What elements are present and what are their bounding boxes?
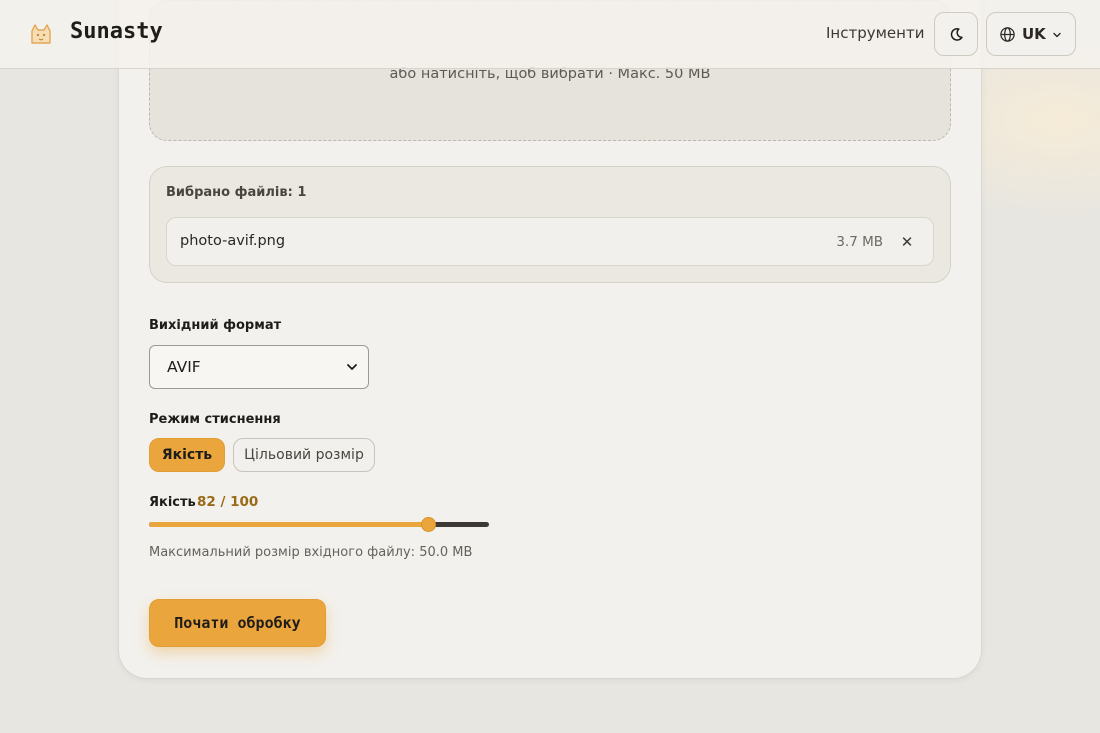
compression-mode-label: Режим стиснення bbox=[149, 412, 281, 427]
file-item: photo-avif.png 3.7 MB ✕ bbox=[166, 217, 934, 266]
output-format-label: Вихідний формат bbox=[149, 318, 282, 333]
file-size: 3.7 MB bbox=[836, 234, 883, 250]
slider-thumb[interactable] bbox=[420, 517, 436, 532]
mode-quality-button[interactable]: Якість bbox=[149, 438, 225, 472]
file-name: photo-avif.png bbox=[180, 233, 286, 249]
converter-card: або натисніть, щоб вибрати · Макс. 50 MB… bbox=[119, 0, 981, 678]
slider-fill bbox=[149, 522, 428, 527]
theme-toggle-button[interactable] bbox=[934, 12, 978, 56]
max-input-size-note: Максимальний розмір вхідного файлу: 50.0… bbox=[149, 545, 473, 560]
quality-value: 82 / 100 bbox=[197, 494, 259, 510]
language-code: UK bbox=[1022, 25, 1046, 43]
chevron-down-icon bbox=[1053, 32, 1061, 38]
output-format-value: AVIF bbox=[167, 358, 201, 376]
cat-logo-icon[interactable] bbox=[26, 19, 56, 49]
close-icon[interactable]: ✕ bbox=[897, 232, 917, 252]
start-processing-button[interactable]: Почати обробку bbox=[149, 599, 326, 647]
top-header: Sunasty Інструменти UK bbox=[0, 0, 1100, 69]
quality-slider[interactable] bbox=[149, 515, 489, 533]
chevron-down-icon bbox=[347, 364, 357, 370]
globe-icon bbox=[1000, 27, 1015, 42]
quality-label: Якість bbox=[149, 495, 196, 510]
nav-tools-link[interactable]: Інструменти bbox=[826, 24, 924, 42]
language-select-button[interactable]: UK bbox=[986, 12, 1076, 56]
moon-icon bbox=[950, 28, 963, 41]
brand-name[interactable]: Sunasty bbox=[70, 19, 163, 44]
selected-files-panel: Вибрано файлів: 1 photo-avif.png 3.7 MB … bbox=[149, 166, 951, 283]
output-format-select[interactable]: AVIF bbox=[149, 345, 369, 389]
files-count-label: Вибрано файлів: 1 bbox=[166, 185, 307, 200]
mode-target-size-button[interactable]: Цільовий розмір bbox=[233, 438, 375, 472]
